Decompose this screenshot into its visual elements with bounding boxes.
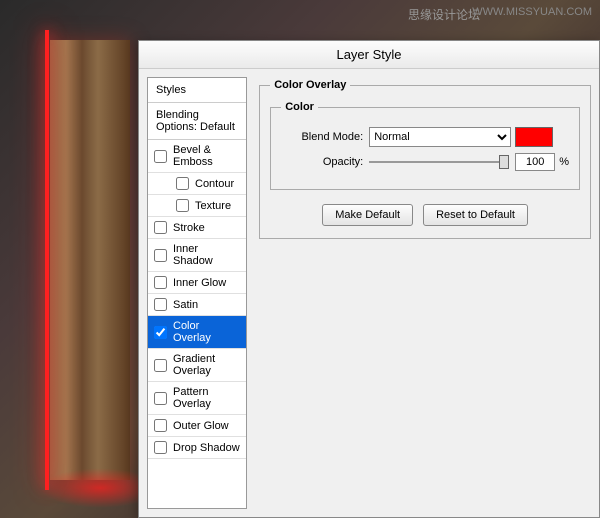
opacity-input[interactable]	[515, 153, 555, 171]
style-item-gradient-overlay[interactable]: Gradient Overlay	[148, 349, 246, 382]
style-item-label: Drop Shadow	[173, 442, 240, 454]
opacity-slider[interactable]	[369, 153, 509, 171]
style-item-label: Satin	[173, 299, 198, 311]
style-checkbox[interactable]	[176, 199, 189, 212]
style-item-bevel-emboss[interactable]: Bevel & Emboss	[148, 140, 246, 173]
style-item-label: Inner Glow	[173, 277, 226, 289]
settings-panel: Color Overlay Color Blend Mode: Normal O…	[251, 69, 599, 517]
style-item-pattern-overlay[interactable]: Pattern Overlay	[148, 382, 246, 415]
slider-thumb[interactable]	[499, 155, 509, 169]
style-item-contour[interactable]: Contour	[148, 173, 246, 195]
watermark-text: 思缘设计论坛	[408, 6, 480, 23]
style-item-inner-shadow[interactable]: Inner Shadow	[148, 239, 246, 272]
style-checkbox[interactable]	[154, 441, 167, 454]
styles-sidebar: Styles Blending Options: Default Bevel &…	[147, 77, 247, 509]
style-checkbox[interactable]	[154, 419, 167, 432]
slider-track	[369, 161, 509, 163]
opacity-unit: %	[559, 156, 569, 168]
style-item-label: Contour	[195, 178, 234, 190]
style-item-satin[interactable]: Satin	[148, 294, 246, 316]
style-item-drop-shadow[interactable]: Drop Shadow	[148, 437, 246, 459]
watermark-url: WWW.MISSYUAN.COM	[472, 6, 592, 18]
style-item-label: Inner Shadow	[173, 243, 240, 267]
style-item-outer-glow[interactable]: Outer Glow	[148, 415, 246, 437]
dialog-title: Layer Style	[139, 41, 599, 69]
blend-mode-label: Blend Mode:	[281, 131, 363, 143]
style-item-label: Texture	[195, 200, 231, 212]
style-item-color-overlay[interactable]: Color Overlay	[148, 316, 246, 349]
reset-default-button[interactable]: Reset to Default	[423, 204, 528, 226]
blend-mode-select[interactable]: Normal	[369, 127, 511, 147]
layer-style-dialog: Layer Style Styles Blending Options: Def…	[138, 40, 600, 518]
style-item-label: Gradient Overlay	[173, 353, 240, 377]
style-checkbox[interactable]	[154, 150, 167, 163]
style-checkbox[interactable]	[154, 326, 167, 339]
style-checkbox[interactable]	[154, 249, 167, 262]
style-item-texture[interactable]: Texture	[148, 195, 246, 217]
group-title: Color Overlay	[270, 79, 350, 91]
style-item-label: Outer Glow	[173, 420, 229, 432]
blending-options-item[interactable]: Blending Options: Default	[148, 103, 246, 140]
style-item-inner-glow[interactable]: Inner Glow	[148, 272, 246, 294]
inner-group-title: Color	[281, 101, 318, 113]
style-checkbox[interactable]	[154, 298, 167, 311]
style-item-label: Pattern Overlay	[173, 386, 240, 410]
color-group: Color Blend Mode: Normal Opacity:	[270, 101, 580, 190]
color-swatch[interactable]	[515, 127, 553, 147]
sidebar-header[interactable]: Styles	[148, 78, 246, 103]
style-checkbox[interactable]	[154, 221, 167, 234]
style-checkbox[interactable]	[154, 359, 167, 372]
style-item-label: Stroke	[173, 222, 205, 234]
opacity-label: Opacity:	[281, 156, 363, 168]
color-overlay-group: Color Overlay Color Blend Mode: Normal O…	[259, 79, 591, 239]
style-checkbox[interactable]	[176, 177, 189, 190]
style-item-label: Color Overlay	[173, 320, 240, 344]
make-default-button[interactable]: Make Default	[322, 204, 413, 226]
style-item-label: Bevel & Emboss	[173, 144, 240, 168]
style-item-stroke[interactable]: Stroke	[148, 217, 246, 239]
style-checkbox[interactable]	[154, 392, 167, 405]
style-checkbox[interactable]	[154, 276, 167, 289]
